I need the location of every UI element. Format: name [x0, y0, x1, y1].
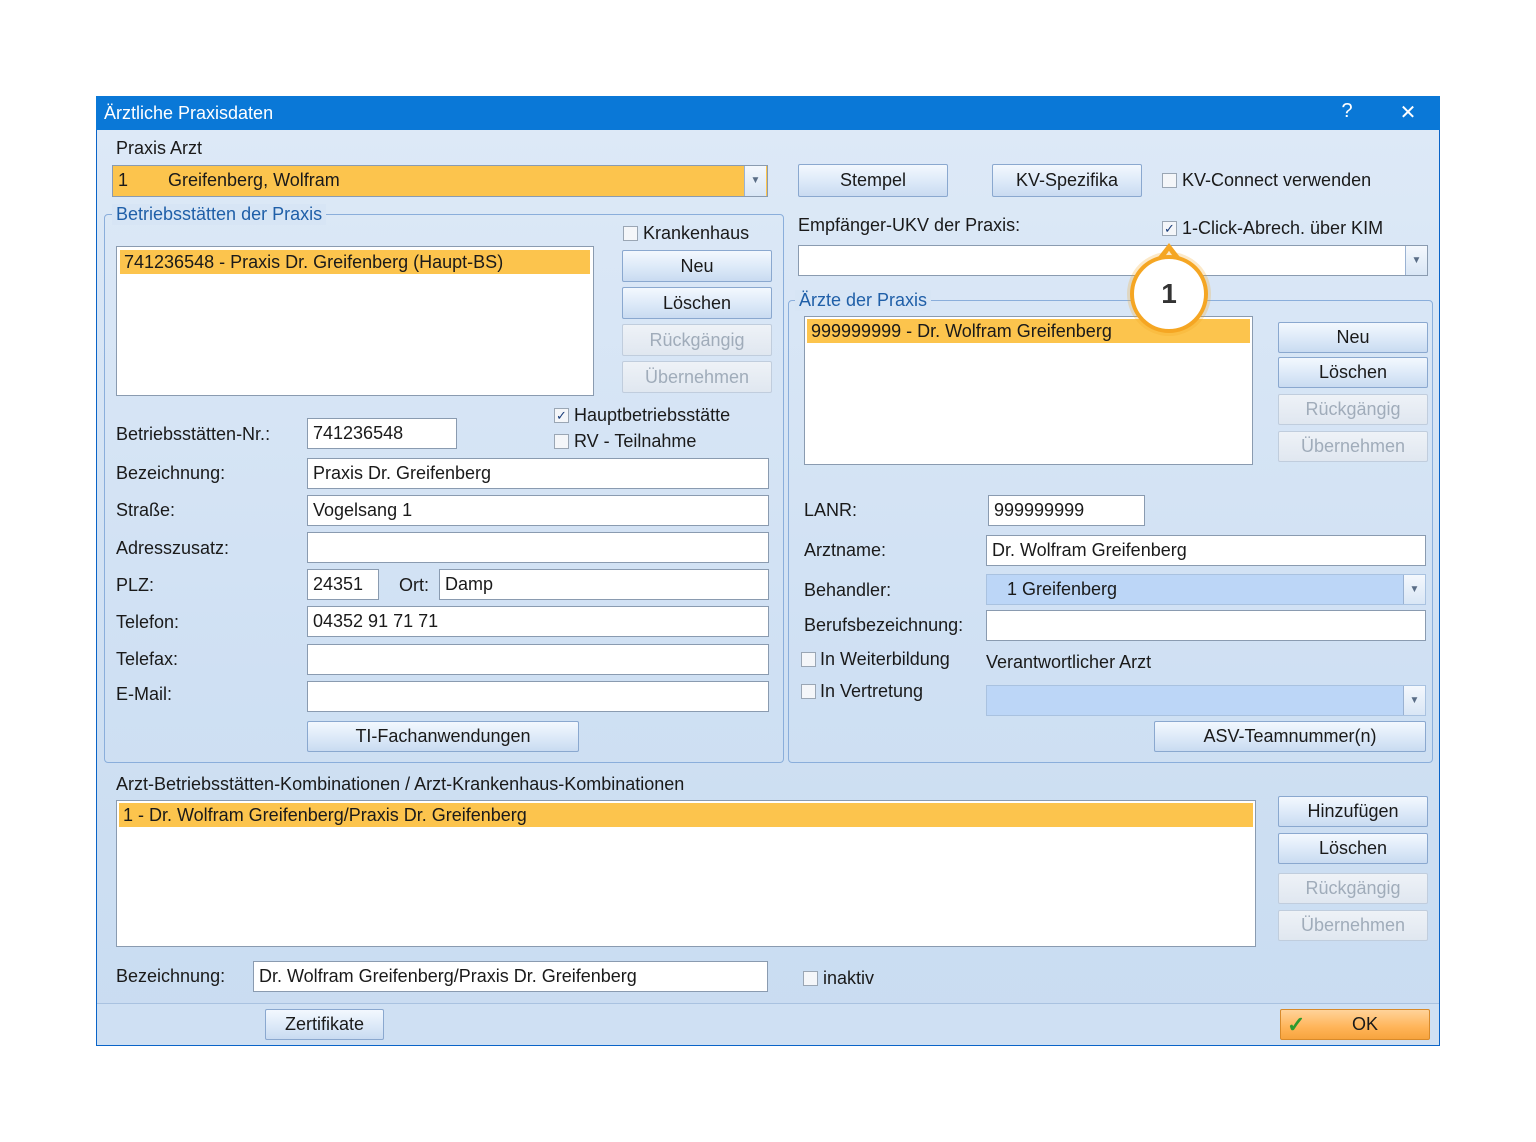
aerzte-group-title: Ärzte der Praxis: [795, 290, 932, 311]
kombi-bezeichnung-input[interactable]: Dr. Wolfram Greifenberg/Praxis Dr. Greif…: [253, 961, 768, 992]
arztname-input[interactable]: Dr. Wolfram Greifenberg: [986, 535, 1426, 566]
ok-button[interactable]: ✓ OK: [1280, 1009, 1430, 1040]
email-label: E-Mail:: [116, 684, 173, 704]
bezeichnung-input[interactable]: Praxis Dr. Greifenberg: [307, 458, 769, 489]
bs-rueckgaengig-button[interactable]: Rückgängig: [622, 324, 772, 356]
vertretung-checkbox[interactable]: [801, 684, 816, 699]
kombinationen-label: Arzt-Betriebsstätten-Kombinationen / Arz…: [116, 774, 685, 794]
verantwortlicher-arzt-label: Verantwortlicher Arzt: [986, 652, 1152, 672]
inaktiv-checkbox[interactable]: [803, 971, 818, 986]
praxis-select-value: 1 Greifenberg, Wolfram: [118, 170, 340, 190]
adresszusatz-input[interactable]: [307, 532, 769, 563]
inaktiv-label: inaktiv: [823, 968, 875, 988]
ort-label: Ort:: [399, 575, 429, 595]
chevron-down-icon[interactable]: ▼: [1403, 575, 1425, 604]
kombi-bezeichnung-label: Bezeichnung:: [116, 966, 226, 986]
list-item[interactable]: 741236548 - Praxis Dr. Greifenberg (Haup…: [120, 250, 590, 274]
empfaenger-label: Empfänger-UKV der Praxis:: [798, 215, 1021, 235]
chevron-down-icon[interactable]: ▼: [1405, 246, 1427, 275]
ort-input[interactable]: Damp: [439, 569, 769, 600]
checkmark-icon: ✓: [1287, 1012, 1306, 1037]
arzt-uebernehmen-button[interactable]: Übernehmen: [1278, 431, 1428, 462]
hinzufuegen-button[interactable]: Hinzufügen: [1278, 796, 1428, 827]
praxis-arzt-label: Praxis Arzt: [116, 138, 203, 158]
lanr-input[interactable]: 999999999: [988, 495, 1145, 526]
help-button[interactable]: ?: [1332, 100, 1362, 123]
asv-teamnummern-button[interactable]: ASV-Teamnummer(n): [1154, 721, 1426, 752]
arzt-rueckgaengig-button[interactable]: Rückgängig: [1278, 394, 1428, 425]
telefax-input[interactable]: [307, 644, 769, 675]
weiterbildung-checkbox[interactable]: [801, 652, 816, 667]
telefon-input[interactable]: 04352 91 71 71: [307, 606, 769, 637]
weiterbildung-label: In Weiterbildung: [820, 649, 950, 669]
berufsbezeichnung-label: Berufsbezeichnung:: [804, 615, 964, 635]
ti-fachanwendungen-button[interactable]: TI-Fachanwendungen: [307, 721, 579, 752]
email-input[interactable]: [307, 681, 769, 712]
list-item[interactable]: 1 - Dr. Wolfram Greifenberg/Praxis Dr. G…: [119, 803, 1253, 827]
kv-connect-label: KV-Connect verwenden: [1182, 170, 1372, 190]
arzt-loeschen-button[interactable]: Löschen: [1278, 357, 1428, 388]
hauptbetriebsstaette-checkbox[interactable]: ✓: [554, 408, 569, 423]
chevron-down-icon[interactable]: ▼: [1403, 686, 1425, 715]
behandler-select[interactable]: 1 Greifenberg: [986, 574, 1426, 605]
rv-teilnahme-checkbox[interactable]: [554, 434, 569, 449]
telefax-label: Telefax:: [116, 649, 179, 669]
kombi-loeschen-button[interactable]: Löschen: [1278, 833, 1428, 864]
strasse-input[interactable]: Vogelsang 1: [307, 495, 769, 526]
bs-uebernehmen-button[interactable]: Übernehmen: [622, 361, 772, 393]
kombi-uebernehmen-button[interactable]: Übernehmen: [1278, 910, 1428, 941]
verantwortlicher-arzt-select[interactable]: [986, 685, 1426, 716]
bezeichnung-label: Bezeichnung:: [116, 463, 226, 483]
ok-label: OK: [1351, 1014, 1378, 1034]
close-icon[interactable]: ✕: [1393, 100, 1423, 125]
kv-spezifika-button[interactable]: KV-Spezifika: [992, 164, 1142, 197]
strasse-label: Straße:: [116, 500, 176, 520]
hauptbetriebsstaette-label: Hauptbetriebsstätte: [574, 405, 731, 425]
arztname-label: Arztname:: [804, 540, 887, 560]
lanr-label: LANR:: [804, 500, 858, 520]
praxis-select[interactable]: 1 Greifenberg, Wolfram: [112, 165, 768, 197]
adresszusatz-label: Adresszusatz:: [116, 538, 230, 558]
callout-badge: 1: [1130, 255, 1208, 333]
plz-label: PLZ:: [116, 575, 155, 595]
krankenhaus-checkbox[interactable]: [623, 226, 638, 241]
betriebsstaetten-list[interactable]: 741236548 - Praxis Dr. Greifenberg (Haup…: [116, 246, 594, 396]
bs-nr-input[interactable]: 741236548: [307, 418, 457, 449]
vertretung-label: In Vertretung: [820, 681, 924, 701]
krankenhaus-label: Krankenhaus: [643, 223, 750, 243]
plz-input[interactable]: 24351: [307, 569, 379, 600]
stempel-button[interactable]: Stempel: [798, 164, 948, 197]
kv-connect-checkbox[interactable]: [1162, 173, 1177, 188]
bs-loeschen-button[interactable]: Löschen: [622, 287, 772, 319]
kombi-rueckgaengig-button[interactable]: Rückgängig: [1278, 873, 1428, 904]
berufsbezeichnung-input[interactable]: [986, 610, 1426, 641]
arzt-neu-button[interactable]: Neu: [1278, 322, 1428, 353]
one-click-checkbox[interactable]: ✓: [1162, 221, 1177, 236]
telefon-label: Telefon:: [116, 612, 180, 632]
title-bar: Ärztliche Praxisdaten ? ✕: [96, 96, 1440, 130]
empfaenger-select[interactable]: [798, 245, 1428, 276]
zertifikate-button[interactable]: Zertifikate: [265, 1009, 384, 1040]
window-title: Ärztliche Praxisdaten: [104, 103, 274, 123]
chevron-down-icon[interactable]: ▼: [744, 166, 766, 196]
behandler-label: Behandler:: [804, 580, 892, 600]
kombinationen-list[interactable]: 1 - Dr. Wolfram Greifenberg/Praxis Dr. G…: [116, 800, 1256, 947]
betriebsstaetten-group-title: Betriebsstätten der Praxis: [112, 204, 327, 225]
aerzte-list[interactable]: 999999999 - Dr. Wolfram Greifenberg: [804, 316, 1253, 465]
bs-neu-button[interactable]: Neu: [622, 250, 772, 282]
rv-teilnahme-label: RV - Teilnahme: [574, 431, 697, 451]
one-click-label: 1-Click-Abrech. über KIM: [1182, 218, 1384, 238]
bs-nr-label: Betriebsstätten-Nr.:: [116, 424, 271, 444]
